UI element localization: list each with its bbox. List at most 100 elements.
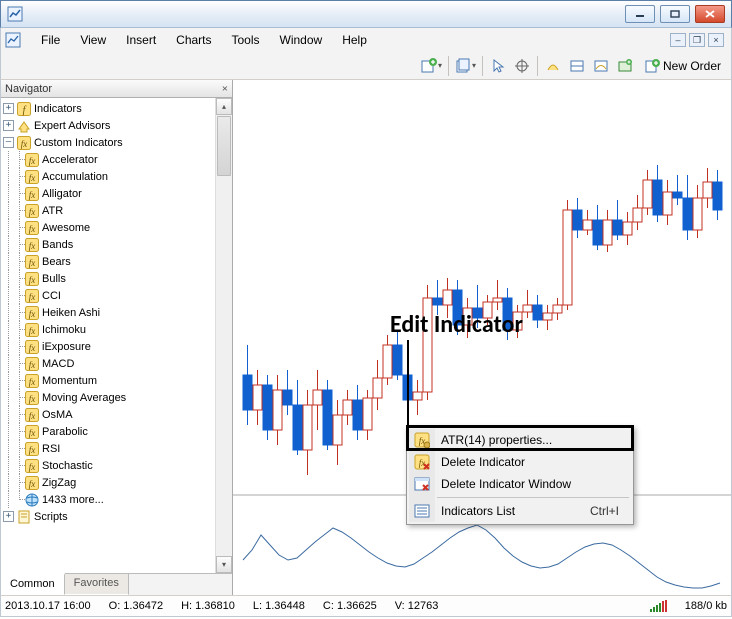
mdi-restore-button[interactable]: ❐ <box>689 33 705 47</box>
cm-delete-window[interactable]: Delete Indicator Window <box>409 473 631 495</box>
menu-insert[interactable]: Insert <box>116 29 166 51</box>
fx-icon: fx <box>25 153 39 167</box>
tree-item[interactable]: fxStochastic <box>3 457 232 474</box>
tree-item[interactable]: fxMACD <box>3 355 232 372</box>
fx-icon: fx <box>25 459 39 473</box>
tab-common[interactable]: Common <box>1 573 65 595</box>
tree-expert-advisors[interactable]: +Expert Advisors <box>3 117 232 134</box>
status-v: V: 12763 <box>395 600 439 612</box>
menu-tools[interactable]: Tools <box>222 29 270 51</box>
fx-icon: fx <box>25 323 39 337</box>
cm-delete-indicator[interactable]: fx Delete Indicator <box>409 451 631 473</box>
window-maximize-button[interactable] <box>660 5 690 23</box>
status-kb: 188/0 kb <box>685 600 727 612</box>
fx-icon: fx <box>25 357 39 371</box>
tree-item[interactable]: fxZigZag <box>3 474 232 491</box>
tree-indicators[interactable]: +fIndicators <box>3 100 232 117</box>
annotation-label: Edit Indicator <box>390 310 523 339</box>
menu-help[interactable]: Help <box>332 29 377 51</box>
list-icon <box>414 503 430 519</box>
fx-icon: fx <box>17 136 31 150</box>
fx-icon: fx <box>25 442 39 456</box>
tree-item[interactable]: fxOsMA <box>3 406 232 423</box>
tree-item[interactable]: fxHeiken Ashi <box>3 304 232 321</box>
svg-text:fx: fx <box>29 411 36 421</box>
svg-text:fx: fx <box>29 479 36 489</box>
hat-icon <box>17 119 31 133</box>
tree-item[interactable]: fxRSI <box>3 440 232 457</box>
annotation-arrow <box>407 340 409 430</box>
crosshair-button[interactable] <box>511 55 533 77</box>
object-button[interactable] <box>566 55 588 77</box>
profiles-button[interactable]: ▾ <box>453 55 478 77</box>
window-titlebar <box>0 0 732 28</box>
delete-fx-icon: fx <box>414 454 430 470</box>
svg-text:fx: fx <box>419 458 426 468</box>
tree-item[interactable]: fxParabolic <box>3 423 232 440</box>
new-order-button[interactable]: New Order <box>638 55 727 77</box>
fx-icon: fx <box>25 391 39 405</box>
svg-text:fx: fx <box>29 292 36 302</box>
tree-item[interactable]: fxAwesome <box>3 219 232 236</box>
tree-item[interactable]: fxiExposure <box>3 338 232 355</box>
tree-item[interactable]: fxMoving Averages <box>3 389 232 406</box>
status-bar: 2013.10.17 16:00 O: 1.36472 H: 1.36810 L… <box>0 595 732 617</box>
navigator-tree: +fIndicators+Expert Advisors–fxCustom In… <box>1 98 232 573</box>
globe-icon <box>25 493 39 507</box>
shapes-button[interactable] <box>542 55 564 77</box>
tree-item[interactable]: fxATR <box>3 202 232 219</box>
tree-more[interactable]: 1433 more... <box>3 491 232 508</box>
tree-item[interactable]: fxBulls <box>3 270 232 287</box>
delete-window-icon <box>414 476 430 492</box>
mdi-minimize-button[interactable]: – <box>670 33 686 47</box>
navigator-title: Navigator × <box>1 80 232 98</box>
svg-text:fx: fx <box>29 241 36 251</box>
tree-item[interactable]: fxIchimoku <box>3 321 232 338</box>
svg-text:fx: fx <box>29 462 36 472</box>
f-icon: f <box>17 102 31 116</box>
window-minimize-button[interactable] <box>625 5 655 23</box>
mdi-close-button[interactable]: × <box>708 33 724 47</box>
tree-scrollbar[interactable]: ▴ ▾ <box>215 98 232 573</box>
scroll-down-icon[interactable]: ▾ <box>216 556 232 573</box>
script-icon <box>17 510 31 524</box>
fx-icon: fx <box>25 340 39 354</box>
tab-favorites[interactable]: Favorites <box>65 573 129 595</box>
tree-item[interactable]: fxMomentum <box>3 372 232 389</box>
indicator-button[interactable] <box>590 55 612 77</box>
ea-button[interactable] <box>614 55 636 77</box>
svg-text:fx: fx <box>29 394 36 404</box>
fx-icon: fx <box>25 204 39 218</box>
tree-item[interactable]: fxBands <box>3 236 232 253</box>
tree-custom-indicators[interactable]: –fxCustom Indicators <box>3 134 232 151</box>
tree-item[interactable]: fxCCI <box>3 287 232 304</box>
navigator-close-icon[interactable]: × <box>222 83 228 95</box>
scroll-up-icon[interactable]: ▴ <box>216 98 232 115</box>
app-icon <box>7 6 23 22</box>
svg-text:fx: fx <box>29 156 36 166</box>
tree-item[interactable]: fxBears <box>3 253 232 270</box>
svg-text:fx: fx <box>29 173 36 183</box>
fx-icon: fx <box>25 187 39 201</box>
svg-text:fx: fx <box>29 343 36 353</box>
cm-properties[interactable]: fx ATR(14) properties... <box>409 429 631 451</box>
mdi-icon <box>5 32 21 48</box>
tree-item[interactable]: fxAccumulation <box>3 168 232 185</box>
tree-scripts[interactable]: +Scripts <box>3 508 232 525</box>
new-chart-button[interactable]: ▾ <box>419 55 444 77</box>
tree-item[interactable]: fxAlligator <box>3 185 232 202</box>
svg-text:fx: fx <box>29 190 36 200</box>
svg-text:fx: fx <box>29 224 36 234</box>
menu-view[interactable]: View <box>70 29 116 51</box>
scroll-thumb[interactable] <box>217 116 231 176</box>
menu-window[interactable]: Window <box>270 29 333 51</box>
status-l: L: 1.36448 <box>253 600 305 612</box>
cursor-button[interactable] <box>487 55 509 77</box>
fx-icon: fx <box>25 221 39 235</box>
fx-icon: fx <box>25 289 39 303</box>
cm-indicators-list[interactable]: Indicators List Ctrl+I <box>409 500 631 522</box>
menu-charts[interactable]: Charts <box>166 29 221 51</box>
window-close-button[interactable] <box>695 5 725 23</box>
menu-file[interactable]: File <box>31 29 70 51</box>
tree-item[interactable]: fxAccelerator <box>3 151 232 168</box>
